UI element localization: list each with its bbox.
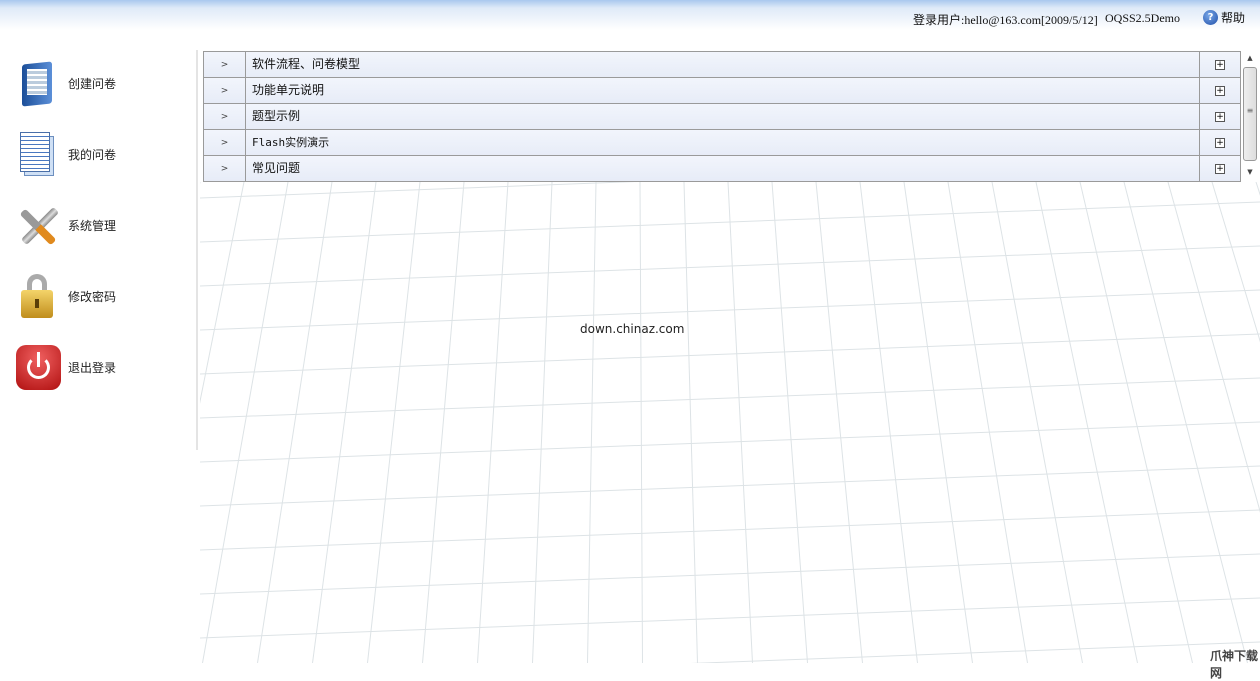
- sidebar-item-label: 退出登录: [68, 360, 117, 375]
- sidebar-item-create-survey[interactable]: 创建问卷: [14, 58, 184, 108]
- sidebar-item-label: 创建问卷: [68, 76, 117, 91]
- grid-line: [422, 182, 465, 663]
- vertical-scrollbar[interactable]: ▲ ≡ ▼: [1242, 51, 1258, 181]
- watermark: 爪神下载网: [1210, 649, 1259, 680]
- sidebar-item-label: 修改密码: [68, 289, 117, 304]
- grid-line: [815, 182, 863, 663]
- book-icon: [14, 59, 62, 107]
- center-text: down.chinaz.com: [580, 322, 685, 336]
- accordion-row[interactable]: > 功能单元说明 +: [204, 78, 1240, 104]
- top-bar: 登录用户:hello@163.com[2009/5/12] OQSS2.5Dem…: [0, 0, 1260, 36]
- grid-line: [200, 333, 1260, 375]
- lock-icon: [14, 272, 62, 320]
- perspective-grid-background: [200, 182, 1260, 663]
- grid-line: [200, 553, 1260, 595]
- grid-line: [200, 201, 1260, 243]
- grid-line: [200, 509, 1260, 551]
- row-title: Flash实例演示: [246, 130, 1200, 155]
- help-link[interactable]: ? 帮助: [1203, 9, 1245, 26]
- grid-line: [200, 182, 638, 199]
- accordion-row[interactable]: > 软件流程、问卷模型 +: [204, 52, 1240, 78]
- arrow-icon: >: [204, 52, 246, 77]
- expand-icon[interactable]: +: [1215, 163, 1225, 174]
- sidebar-item-label: 系统管理: [68, 218, 117, 233]
- grid-line: [200, 421, 1260, 463]
- tools-icon: [14, 201, 62, 249]
- grid-line: [200, 182, 245, 404]
- row-title: 题型示例: [246, 104, 1200, 129]
- grid-line: [477, 182, 509, 663]
- accordion-row[interactable]: > Flash实例演示 +: [204, 130, 1240, 156]
- grid-line: [200, 597, 1260, 639]
- sidebar: 创建问卷 我的问卷 系统管理 修改密码 退出登录: [0, 50, 198, 450]
- row-title: 常见问题: [246, 156, 1200, 181]
- accordion-row[interactable]: > 题型示例 +: [204, 104, 1240, 130]
- grid-line: [1123, 182, 1248, 663]
- scroll-down-icon[interactable]: ▼: [1242, 168, 1258, 176]
- expand-icon[interactable]: +: [1215, 137, 1225, 148]
- grid-line: [200, 465, 1260, 507]
- arrow-icon: >: [204, 156, 246, 181]
- grid-line: [312, 182, 377, 663]
- grid-line: [367, 182, 421, 663]
- help-icon: ?: [1203, 10, 1218, 25]
- power-icon: [14, 343, 62, 391]
- grid-line: [200, 245, 1260, 287]
- grid-line: [1079, 182, 1193, 663]
- login-user-info: 登录用户:hello@163.com[2009/5/12]: [913, 13, 1098, 27]
- expand-icon[interactable]: +: [1215, 111, 1225, 122]
- grid-line: [947, 182, 1028, 663]
- grid-line: [639, 182, 643, 663]
- expand-icon[interactable]: +: [1215, 85, 1225, 96]
- sidebar-item-logout[interactable]: 退出登录: [14, 342, 184, 392]
- arrow-icon: >: [204, 78, 246, 103]
- scroll-thumb[interactable]: ≡: [1243, 67, 1257, 161]
- grid-line: [200, 377, 1260, 419]
- arrow-icon: >: [204, 104, 246, 129]
- sidebar-item-change-password[interactable]: 修改密码: [14, 271, 184, 321]
- grid-line: [771, 182, 808, 663]
- sidebar-item-system-admin[interactable]: 系统管理: [14, 200, 184, 250]
- grid-line: [587, 182, 597, 663]
- help-label: 帮助: [1221, 11, 1246, 25]
- accordion-row[interactable]: > 常见问题 +: [204, 156, 1240, 182]
- accordion-panel: > 软件流程、问卷模型 + > 功能单元说明 + > 题型示例 + > Flash实例演示 + …: [203, 51, 1241, 182]
- expand-icon[interactable]: +: [1215, 59, 1225, 70]
- grid-line: [727, 182, 753, 663]
- scroll-up-icon[interactable]: ▲: [1242, 54, 1258, 62]
- row-title: 功能单元说明: [246, 78, 1200, 103]
- product-version: OQSS2.5Demo: [1105, 11, 1181, 25]
- arrow-icon: >: [204, 130, 246, 155]
- grid-line: [683, 182, 698, 663]
- sidebar-item-my-surveys[interactable]: 我的问卷: [14, 129, 184, 179]
- grid-line: [859, 182, 918, 663]
- grid-line: [903, 182, 973, 663]
- sidebar-item-label: 我的问卷: [68, 147, 117, 162]
- document-icon: [14, 130, 62, 178]
- grid-line: [690, 641, 1260, 663]
- row-title: 软件流程、问卷模型: [246, 52, 1200, 77]
- grid-line: [532, 182, 553, 663]
